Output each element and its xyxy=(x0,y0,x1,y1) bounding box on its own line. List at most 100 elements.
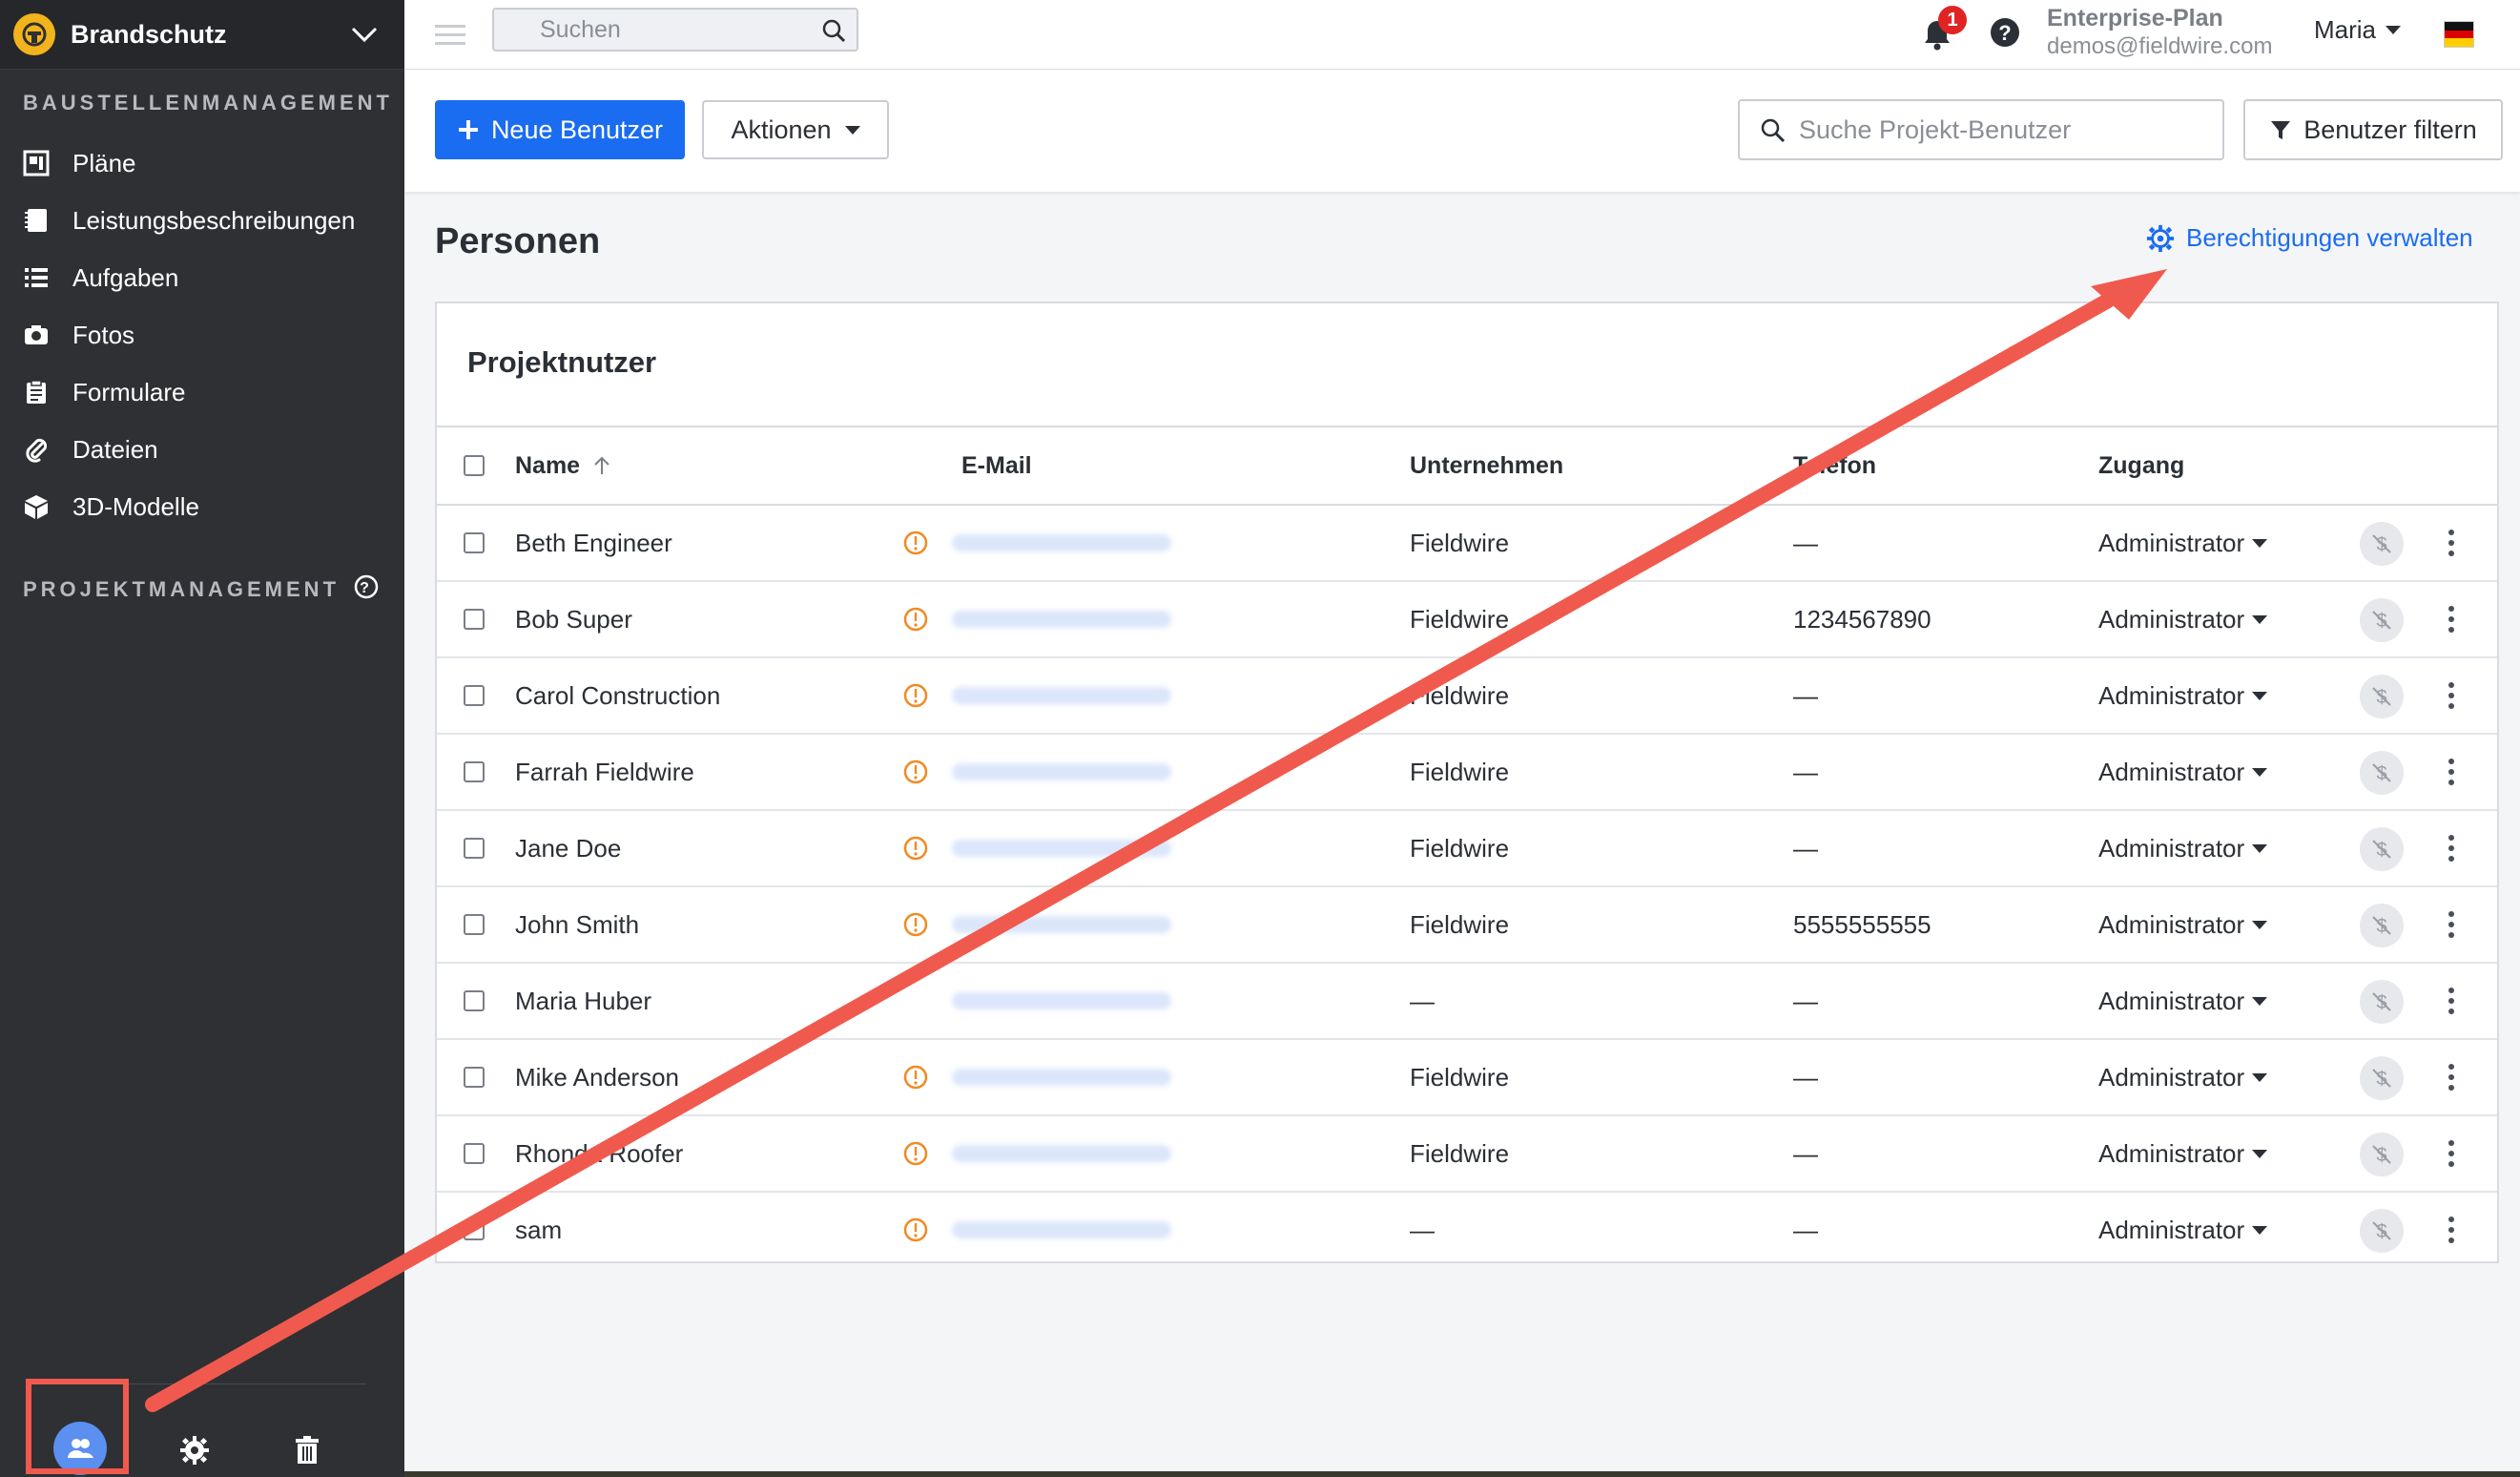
user-search-input[interactable]: Suche Projekt-Benutzer xyxy=(1738,99,2224,160)
row-checkbox-cell xyxy=(464,887,485,962)
row-checkbox-cell xyxy=(464,506,485,580)
more-options-icon[interactable] xyxy=(2448,582,2455,656)
no-billing-button[interactable]: $ xyxy=(2360,1133,2404,1176)
gear-icon xyxy=(2146,224,2175,252)
row-checkbox[interactable] xyxy=(464,1219,485,1240)
user-name-cell: Carol Construction xyxy=(515,658,720,733)
user-name-cell: Mike Anderson xyxy=(515,1040,679,1114)
access-dropdown[interactable]: Administrator xyxy=(2098,582,2268,656)
more-options-icon[interactable] xyxy=(2448,1193,2455,1267)
sidebar-item-forms[interactable]: Formulare xyxy=(0,364,404,421)
help-icon[interactable]: ? xyxy=(1988,15,2022,50)
access-dropdown[interactable]: Administrator xyxy=(2098,1040,2268,1114)
user-menu[interactable]: Maria xyxy=(2314,15,2402,45)
no-billing-button[interactable]: $ xyxy=(2360,980,2404,1024)
no-billing-button[interactable]: $ xyxy=(2360,522,2404,566)
sidebar-item-specs[interactable]: Leistungsbeschreibungen xyxy=(0,192,404,249)
top-bar: Suchen 1 ? Enterprise-Plan demos@fieldwi… xyxy=(404,0,2520,70)
warning-icon xyxy=(903,1217,928,1242)
column-header-company[interactable]: Unternehmen xyxy=(1410,427,1563,504)
email-cell xyxy=(952,1193,1209,1267)
sidebar-item-label: Leistungsbeschreibungen xyxy=(72,205,356,235)
no-billing-button[interactable]: $ xyxy=(2360,675,2404,718)
access-dropdown[interactable]: Administrator xyxy=(2098,1193,2268,1267)
warning-cell xyxy=(902,582,929,656)
search-placeholder: Suchen xyxy=(540,15,621,43)
user-name-cell: Beth Engineer xyxy=(515,506,672,580)
more-options-icon[interactable] xyxy=(2448,811,2455,885)
chevron-down-icon[interactable] xyxy=(345,15,383,53)
column-header-phone[interactable]: Telefon xyxy=(1793,427,1876,504)
sidebar-item-photos[interactable]: Fotos xyxy=(0,306,404,364)
help-circle-icon[interactable]: ? xyxy=(353,573,380,606)
no-billing-button[interactable]: $ xyxy=(2360,598,2404,642)
phone: — xyxy=(1793,986,1818,1015)
caret-down-icon xyxy=(2252,843,2268,853)
plan-name: Enterprise-Plan xyxy=(2047,5,2223,31)
project-switcher[interactable]: Brandschutz xyxy=(0,0,404,70)
row-checkbox[interactable] xyxy=(464,761,485,782)
column-header-email[interactable]: E-Mail xyxy=(961,427,1032,504)
more-options-icon[interactable] xyxy=(2448,735,2455,809)
settings-button[interactable] xyxy=(176,1431,214,1469)
row-checkbox[interactable] xyxy=(464,990,485,1011)
phone-cell: — xyxy=(1793,506,1818,580)
caret-down-icon xyxy=(2252,996,2268,1006)
table-row: Bob Super Fieldwire 1234567890 Administr… xyxy=(437,582,2497,658)
no-billing-button[interactable]: $ xyxy=(2360,1209,2404,1253)
row-checkbox-cell xyxy=(464,964,485,1038)
row-checkbox[interactable] xyxy=(464,914,485,935)
project-name: Brandschutz xyxy=(71,19,227,49)
filter-users-button[interactable]: Benutzer filtern xyxy=(2243,99,2503,160)
sidebar-item-plans[interactable]: Pläne xyxy=(0,135,404,192)
access-dropdown[interactable]: Administrator xyxy=(2098,1116,2268,1191)
tasks-icon xyxy=(21,262,52,293)
access-dropdown[interactable]: Administrator xyxy=(2098,887,2268,962)
trash-button[interactable] xyxy=(288,1431,326,1469)
email-cell xyxy=(952,1040,1209,1114)
user-name-cell: Jane Doe xyxy=(515,811,621,885)
no-billing-button[interactable]: $ xyxy=(2360,751,2404,795)
access-dropdown[interactable]: Administrator xyxy=(2098,964,2268,1038)
hamburger-menu-icon[interactable] xyxy=(433,17,467,52)
sidebar-item-files[interactable]: Dateien xyxy=(0,421,404,478)
more-options-icon[interactable] xyxy=(2448,1040,2455,1114)
manage-permissions-link[interactable]: Berechtigungen verwalten xyxy=(2146,223,2473,253)
global-search-input[interactable]: Suchen xyxy=(492,8,858,52)
more-options-icon[interactable] xyxy=(2448,506,2455,580)
row-checkbox[interactable] xyxy=(464,1143,485,1164)
row-checkbox[interactable] xyxy=(464,532,485,553)
phone: — xyxy=(1793,757,1818,786)
specs-icon xyxy=(21,205,52,236)
warning-cell xyxy=(902,887,929,962)
actions-dropdown[interactable]: Aktionen xyxy=(702,100,889,159)
more-options-icon[interactable] xyxy=(2448,1116,2455,1191)
row-checkbox-cell xyxy=(464,658,485,733)
sidebar-item-3d-models[interactable]: 3D-Modelle xyxy=(0,478,404,535)
section-label: PROJEKTMANAGEMENT xyxy=(23,577,341,601)
sidebar-item-tasks[interactable]: Aufgaben xyxy=(0,249,404,306)
column-header-name[interactable]: Name xyxy=(515,427,612,504)
access-dropdown[interactable]: Administrator xyxy=(2098,735,2268,809)
row-checkbox[interactable] xyxy=(464,1067,485,1088)
no-billing-button[interactable]: $ xyxy=(2360,827,2404,871)
select-all-checkbox[interactable] xyxy=(464,455,485,476)
phone: — xyxy=(1793,1215,1818,1244)
row-checkbox[interactable] xyxy=(464,838,485,859)
access-dropdown[interactable]: Administrator xyxy=(2098,658,2268,733)
access-dropdown[interactable]: Administrator xyxy=(2098,811,2268,885)
more-options-icon[interactable] xyxy=(2448,887,2455,962)
column-header-access[interactable]: Zugang xyxy=(2098,427,2184,504)
more-options-icon[interactable] xyxy=(2448,658,2455,733)
access-level: Administrator xyxy=(2098,757,2245,786)
no-billing-button[interactable]: $ xyxy=(2360,904,2404,947)
more-options-icon[interactable] xyxy=(2448,964,2455,1038)
company: Fieldwire xyxy=(1410,604,1510,634)
row-checkbox[interactable] xyxy=(464,685,485,706)
phone: — xyxy=(1793,1138,1818,1168)
access-dropdown[interactable]: Administrator xyxy=(2098,506,2268,580)
no-billing-button[interactable]: $ xyxy=(2360,1056,2404,1100)
language-flag-icon[interactable] xyxy=(2444,21,2474,48)
new-user-button[interactable]: Neue Benutzer xyxy=(435,100,685,159)
row-checkbox[interactable] xyxy=(464,609,485,630)
